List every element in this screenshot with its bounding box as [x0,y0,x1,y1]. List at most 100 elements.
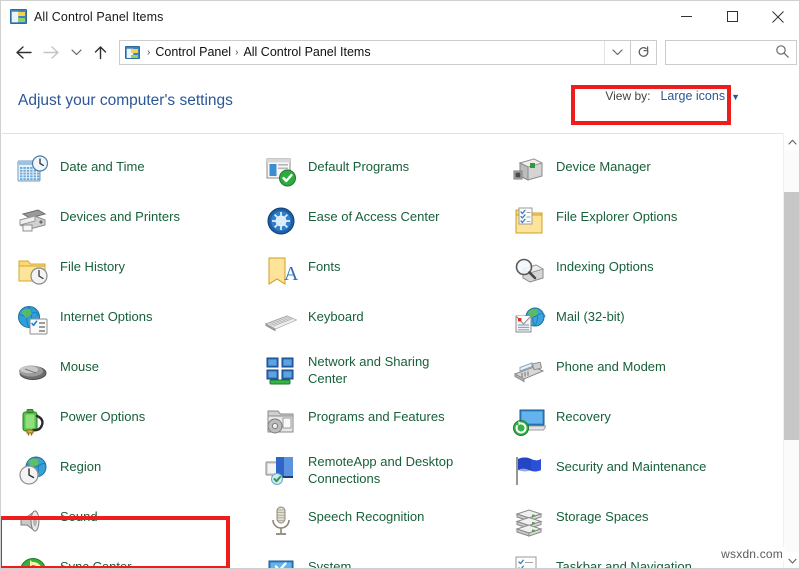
control-panel-item-mouse[interactable]: Mouse [16,352,251,398]
scrollbar-track[interactable] [784,150,800,552]
up-arrow-icon[interactable] [87,36,113,68]
control-panel-item-devices-and-printers[interactable]: Devices and Printers [16,202,251,248]
security-and-maintenance-icon [512,454,548,488]
control-panel-item-mail-32-bit[interactable]: Mail (32-bit) [512,302,757,348]
devices-and-printers-icon [16,204,52,238]
control-panel-item-label: Power Options [60,402,145,425]
default-programs-icon [264,154,300,188]
control-panel-item-label: Indexing Options [556,252,654,275]
control-panel-item-label: Recovery [556,402,611,425]
control-panel-window: All Control Panel Items [0,0,800,569]
title-bar: All Control Panel Items [1,1,800,32]
minimize-button[interactable] [663,1,709,32]
control-panel-item-default-programs[interactable]: Default Programs [264,152,499,198]
keyboard-icon [264,304,300,338]
control-panel-item-label: Mail (32-bit) [556,302,625,325]
sync-center-icon [16,554,52,569]
control-panel-item-label: Region [60,452,101,475]
control-panel-item-indexing-options[interactable]: Indexing Options [512,252,757,298]
control-panel-item-label: Programs and Features [308,402,445,425]
indexing-options-icon [512,254,548,288]
file-history-icon [16,254,52,288]
taskbar-and-navigation-icon [512,554,548,569]
view-by-value[interactable]: Large icons [660,89,725,103]
control-panel-item-network-and-sharing-center[interactable]: Network and Sharing Center [264,352,499,398]
page-title: Adjust your computer's settings [18,92,233,110]
control-panel-item-file-history[interactable]: File History [16,252,251,298]
maximize-button[interactable] [709,1,755,32]
scroll-up-icon[interactable] [784,133,800,150]
control-panel-item-speech-recognition[interactable]: Speech Recognition [264,502,499,548]
window-controls [663,1,800,32]
control-panel-item-label: System [308,552,351,569]
control-panel-item-file-explorer-options[interactable]: File Explorer Options [512,202,757,248]
vertical-scrollbar[interactable] [783,133,799,569]
scrollbar-thumb[interactable] [784,192,800,440]
control-panel-item-keyboard[interactable]: Keyboard [264,302,499,348]
breadcrumb[interactable]: › Control Panel › All Control Panel Item… [119,40,631,65]
control-panel-item-internet-options[interactable]: Internet Options [16,302,251,348]
control-panel-item-label: File Explorer Options [556,202,677,225]
control-panel-item-label: Date and Time [60,152,145,175]
scroll-down-icon[interactable] [784,552,800,569]
address-bar: › Control Panel › All Control Panel Item… [1,32,800,72]
control-panel-item-recovery[interactable]: Recovery [512,402,757,448]
forward-arrow-icon [37,36,65,68]
power-options-icon [16,404,52,438]
control-panel-item-sync-center[interactable]: Sync Center [16,552,251,569]
network-and-sharing-center-icon [264,354,300,388]
refresh-icon[interactable] [631,40,657,65]
device-manager-icon [512,154,548,188]
control-panel-item-region[interactable]: Region [16,452,251,498]
control-panel-item-date-and-time[interactable]: Date and Time [16,152,251,198]
control-panel-item-label: Fonts [308,252,341,275]
recovery-icon [512,404,548,438]
control-panel-item-storage-spaces[interactable]: Storage Spaces [512,502,757,548]
view-by-label: View by: [605,89,650,103]
control-panel-item-ease-of-access-center[interactable]: Ease of Access Center [264,202,499,248]
control-panel-item-label: Device Manager [556,152,651,175]
breadcrumb-separator-0: › [143,47,155,58]
chevron-down-icon[interactable]: ▼ [731,92,740,102]
control-panel-item-label: Network and Sharing Center [308,352,429,387]
close-button[interactable] [755,1,800,32]
system-icon [264,554,300,569]
mail-icon [512,304,548,338]
back-arrow-icon[interactable] [9,36,37,68]
svg-text:A: A [284,263,298,285]
breadcrumb-item-control-panel[interactable]: Control Panel [155,45,231,59]
control-panel-items-grid: Date and Time Devices and Printers File Hi… [2,134,785,569]
window-title: All Control Panel Items [34,10,163,24]
control-panel-item-label: File History [60,252,125,275]
recent-locations-icon[interactable] [65,36,87,68]
control-panel-icon [10,9,27,24]
control-panel-item-label: Security and Maintenance [556,452,706,475]
sound-icon [16,504,52,538]
search-input[interactable] [672,45,776,59]
fonts-icon: A [264,254,300,288]
control-panel-item-programs-and-features[interactable]: Programs and Features [264,402,499,448]
breadcrumb-item-all-control-panel-items[interactable]: All Control Panel Items [243,45,370,59]
control-panel-item-fonts[interactable]: A Fonts [264,252,499,298]
search-box[interactable] [665,40,797,65]
remoteapp-and-desktop-connections-icon [264,454,300,488]
control-panel-item-remoteapp-and-desktop-connections[interactable]: RemoteApp and Desktop Connections [264,452,499,498]
chevron-down-icon[interactable] [604,41,630,64]
control-panel-item-label: Speech Recognition [308,502,424,525]
control-panel-item-sound[interactable]: Sound [16,502,251,548]
control-panel-item-security-and-maintenance[interactable]: Security and Maintenance [512,452,757,498]
view-by-control[interactable]: View by: Large icons ▼ [605,89,740,103]
control-panel-item-phone-and-modem[interactable]: Phone and Modem [512,352,757,398]
control-panel-item-device-manager[interactable]: Device Manager [512,152,757,198]
date-and-time-icon [16,154,52,188]
control-panel-items-area: Date and Time Devices and Printers File Hi… [2,133,785,569]
storage-spaces-icon [512,504,548,538]
control-panel-item-system[interactable]: System [264,552,499,569]
control-panel-item-label: Sound [60,502,98,525]
programs-and-features-icon [264,404,300,438]
search-icon [775,44,790,64]
file-explorer-options-icon [512,204,548,238]
control-panel-item-label: Devices and Printers [60,202,180,225]
control-panel-item-power-options[interactable]: Power Options [16,402,251,448]
mouse-icon [16,354,52,388]
